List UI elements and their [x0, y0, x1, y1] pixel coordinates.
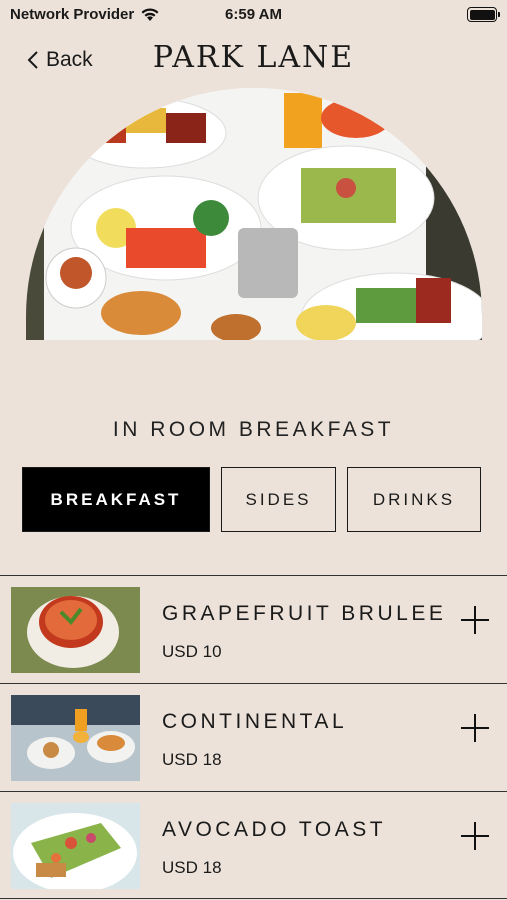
menu-item-name: GRAPEFRUIT BRULEE — [162, 602, 447, 625]
category-tabs: BREAKFAST SIDES DRINKS — [22, 467, 481, 532]
status-bar: Network Provider 6:59 AM — [0, 0, 507, 30]
tab-sides[interactable]: SIDES — [221, 467, 336, 532]
avocado-toast-photo — [11, 803, 140, 889]
hero-image — [26, 88, 482, 340]
menu-item-avocado-toast[interactable]: AVOCADO TOAST USD 18 — [0, 791, 507, 899]
section-title: IN ROOM BREAKFAST — [112, 418, 395, 441]
continental-photo — [11, 695, 140, 781]
menu-item-continental[interactable]: CONTINENTAL USD 18 — [0, 683, 507, 791]
grapefruit-photo — [11, 587, 140, 673]
menu-item-name: CONTINENTAL — [162, 710, 348, 733]
nav-bar: Back PARK LANE — [0, 36, 507, 86]
tab-drinks[interactable]: DRINKS — [347, 467, 481, 532]
status-time: 6:59 AM — [225, 6, 282, 23]
add-icon[interactable] — [461, 606, 489, 634]
menu-item-name: AVOCADO TOAST — [162, 818, 387, 841]
brand-logo: PARK LANE — [152, 40, 355, 75]
add-icon[interactable] — [461, 822, 489, 850]
menu-list: GRAPEFRUIT BRULEE USD 10 CONTINENTAL USD… — [0, 575, 507, 899]
add-icon[interactable] — [461, 714, 489, 742]
menu-item-price: USD 10 — [162, 642, 222, 661]
battery-icon — [467, 7, 500, 22]
menu-item-price: USD 18 — [162, 858, 222, 877]
menu-item-grapefruit-brulee[interactable]: GRAPEFRUIT BRULEE USD 10 — [0, 575, 507, 683]
menu-item-price: USD 18 — [162, 750, 222, 769]
tab-breakfast[interactable]: BREAKFAST — [22, 467, 210, 532]
